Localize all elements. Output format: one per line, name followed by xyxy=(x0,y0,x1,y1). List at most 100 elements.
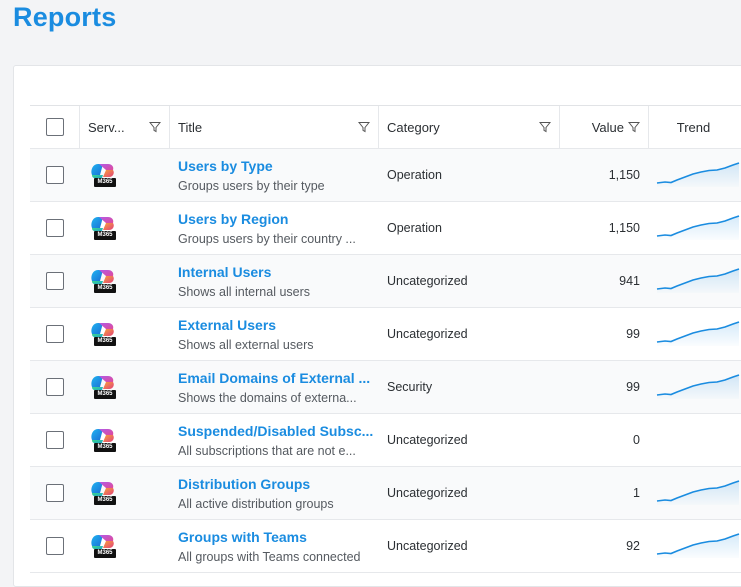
value-cell: 1,150 xyxy=(560,202,649,254)
row-checkbox[interactable] xyxy=(45,431,64,449)
header-trend: Trend xyxy=(649,106,741,148)
filter-icon[interactable] xyxy=(539,121,551,133)
trend-cell xyxy=(649,149,741,201)
row-checkbox[interactable] xyxy=(45,378,64,396)
row-select-cell xyxy=(30,361,80,413)
report-description: Shows all external users xyxy=(178,337,314,352)
row-checkbox[interactable] xyxy=(45,325,64,343)
service-badge: M365 xyxy=(94,178,116,187)
grid-body: M365 Users by Type Groups users by their… xyxy=(30,149,741,573)
table-row[interactable]: M365 Email Domains of External ... Shows… xyxy=(30,361,741,414)
category-cell: Operation xyxy=(379,202,560,254)
filter-icon[interactable] xyxy=(149,121,161,133)
row-select-cell xyxy=(30,202,80,254)
m365-logo-icon: M365 xyxy=(88,320,118,348)
category-cell: Uncategorized xyxy=(379,520,560,572)
category-cell: Uncategorized xyxy=(379,255,560,307)
category-cell: Uncategorized xyxy=(379,414,560,466)
table-row[interactable]: M365 Distribution Groups All active dist… xyxy=(30,467,741,520)
report-title-link[interactable]: Internal Users xyxy=(178,263,378,281)
trend-cell xyxy=(649,414,741,466)
row-select-cell xyxy=(30,414,80,466)
trend-sparkline xyxy=(656,374,740,399)
report-description: Groups users by their type xyxy=(178,178,325,193)
report-description: All subscriptions that are not e... xyxy=(178,443,356,458)
service-cell: M365 xyxy=(80,308,170,360)
category-label: Operation xyxy=(387,221,442,235)
header-category-label: Category xyxy=(387,119,440,135)
header-service[interactable]: Serv... xyxy=(80,106,170,148)
report-title-link[interactable]: Users by Region xyxy=(178,210,378,228)
trend-sparkline xyxy=(656,268,740,293)
service-badge: M365 xyxy=(94,337,116,346)
report-description: Shows the domains of externa... xyxy=(178,390,357,405)
value-cell: 99 xyxy=(560,361,649,413)
value-cell: 99 xyxy=(560,308,649,360)
table-row[interactable]: M365 Users by Type Groups users by their… xyxy=(30,149,741,202)
title-cell: Suspended/Disabled Subsc... All subscrip… xyxy=(170,414,379,466)
category-label: Uncategorized xyxy=(387,486,468,500)
service-cell: M365 xyxy=(80,149,170,201)
report-title-link[interactable]: Email Domains of External ... xyxy=(178,369,378,387)
row-checkbox[interactable] xyxy=(45,272,64,290)
grid-header: Serv... Title Category Value Trend xyxy=(30,106,741,149)
category-label: Uncategorized xyxy=(387,433,468,447)
value-label: 941 xyxy=(619,274,640,288)
row-select-cell xyxy=(30,520,80,572)
category-label: Uncategorized xyxy=(387,274,468,288)
report-description: All active distribution groups xyxy=(178,496,334,511)
report-title-link[interactable]: External Users xyxy=(178,316,378,334)
row-select-cell xyxy=(30,308,80,360)
category-label: Operation xyxy=(387,168,442,182)
table-row[interactable]: M365 External Users Shows all external u… xyxy=(30,308,741,361)
m365-logo-icon: M365 xyxy=(88,267,118,295)
service-cell: M365 xyxy=(80,255,170,307)
title-cell: Internal Users Shows all internal users xyxy=(170,255,379,307)
table-row[interactable]: M365 Groups with Teams All groups with T… xyxy=(30,520,741,573)
report-title-link[interactable]: Distribution Groups xyxy=(178,475,378,493)
m365-logo-icon: M365 xyxy=(88,532,118,560)
category-cell: Uncategorized xyxy=(379,308,560,360)
table-row[interactable]: M365 Suspended/Disabled Subsc... All sub… xyxy=(30,414,741,467)
m365-logo-icon: M365 xyxy=(88,161,118,189)
report-title-link[interactable]: Users by Type xyxy=(178,157,378,175)
report-title-link[interactable]: Groups with Teams xyxy=(178,528,378,546)
trend-sparkline xyxy=(656,480,740,505)
row-select-cell xyxy=(30,467,80,519)
header-value[interactable]: Value xyxy=(560,106,649,148)
service-cell: M365 xyxy=(80,202,170,254)
filter-icon[interactable] xyxy=(628,121,640,133)
service-badge: M365 xyxy=(94,443,116,452)
select-all-checkbox[interactable] xyxy=(45,118,64,136)
title-cell: Distribution Groups All active distribut… xyxy=(170,467,379,519)
trend-cell xyxy=(649,467,741,519)
filter-icon[interactable] xyxy=(358,121,370,133)
category-label: Uncategorized xyxy=(387,539,468,553)
value-label: 99 xyxy=(626,380,640,394)
service-badge: M365 xyxy=(94,496,116,505)
trend-cell xyxy=(649,361,741,413)
row-checkbox[interactable] xyxy=(45,166,64,184)
m365-logo-icon: M365 xyxy=(88,373,118,401)
row-checkbox[interactable] xyxy=(45,484,64,502)
report-title-link[interactable]: Suspended/Disabled Subsc... xyxy=(178,422,378,440)
report-description: Shows all internal users xyxy=(178,284,311,299)
service-badge: M365 xyxy=(94,390,116,399)
title-cell: Email Domains of External ... Shows the … xyxy=(170,361,379,413)
row-checkbox[interactable] xyxy=(45,537,64,555)
table-row[interactable]: M365 Internal Users Shows all internal u… xyxy=(30,255,741,308)
row-checkbox[interactable] xyxy=(45,219,64,237)
value-cell: 941 xyxy=(560,255,649,307)
service-badge: M365 xyxy=(94,231,116,240)
row-select-cell xyxy=(30,149,80,201)
title-cell: External Users Shows all external users xyxy=(170,308,379,360)
value-label: 99 xyxy=(626,327,640,341)
value-label: 1,150 xyxy=(608,221,640,235)
page-title: Reports xyxy=(13,2,117,32)
m365-logo-icon: M365 xyxy=(88,426,118,454)
table-row[interactable]: M365 Users by Region Groups users by the… xyxy=(30,202,741,255)
value-label: 0 xyxy=(633,433,640,447)
header-title[interactable]: Title xyxy=(170,106,379,148)
header-category[interactable]: Category xyxy=(379,106,560,148)
value-label: 1 xyxy=(633,486,640,500)
